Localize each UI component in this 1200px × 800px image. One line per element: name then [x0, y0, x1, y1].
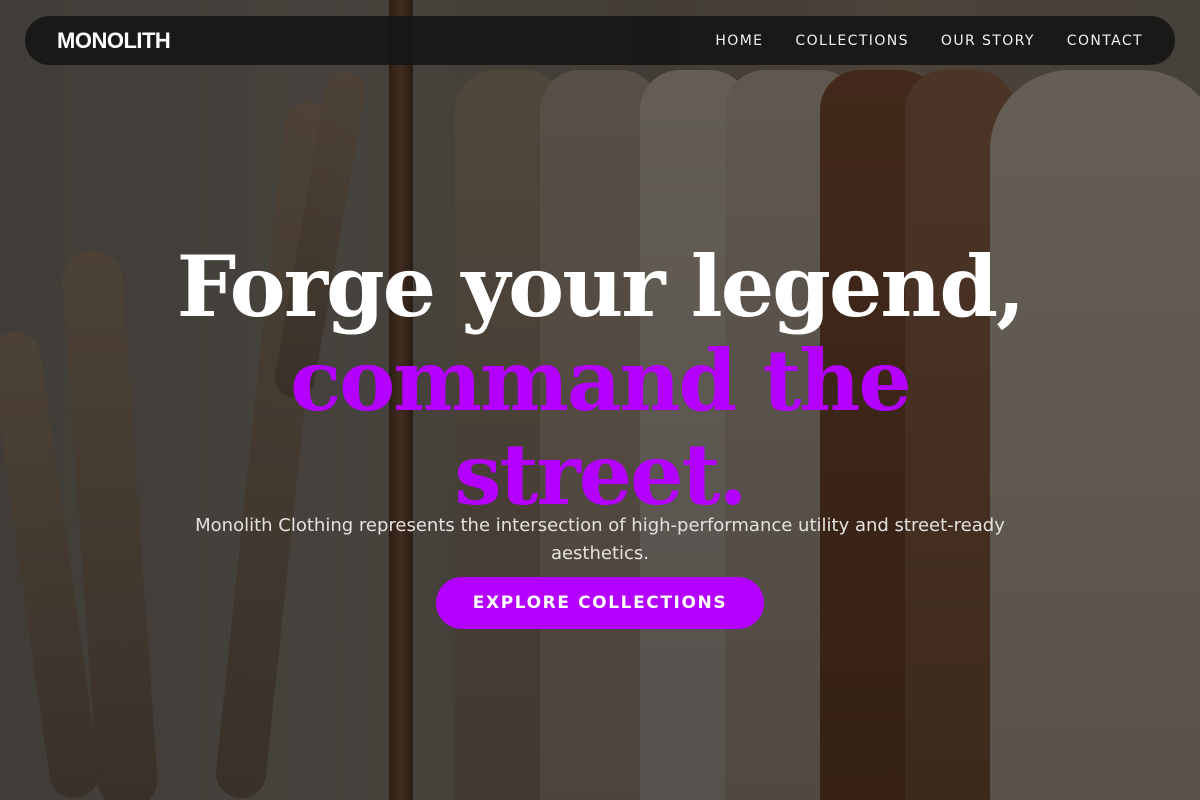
headline-line-2: command the [290, 331, 912, 431]
hero-section: MONOLITH HOME COLLECTIONS OUR STORY CONT… [0, 0, 1200, 800]
headline-line-3: street. [454, 425, 747, 525]
brand-logo[interactable]: MONOLITH [57, 28, 171, 54]
nav-links: HOME COLLECTIONS OUR STORY CONTACT [715, 33, 1143, 49]
hero-subtitle: Monolith Clothing represents the interse… [195, 515, 1005, 564]
top-navbar: MONOLITH HOME COLLECTIONS OUR STORY CONT… [25, 16, 1175, 65]
headline-line-1: Forge your legend, [176, 237, 1026, 337]
explore-collections-button[interactable]: EXPLORE COLLECTIONS [436, 577, 764, 629]
nav-link-contact[interactable]: CONTACT [1067, 33, 1143, 49]
nav-link-collections[interactable]: COLLECTIONS [795, 33, 908, 49]
nav-link-home[interactable]: HOME [715, 33, 763, 49]
hero-headline: Forge your legend, command the street. [0, 240, 1200, 522]
nav-link-our-story[interactable]: OUR STORY [941, 33, 1035, 49]
